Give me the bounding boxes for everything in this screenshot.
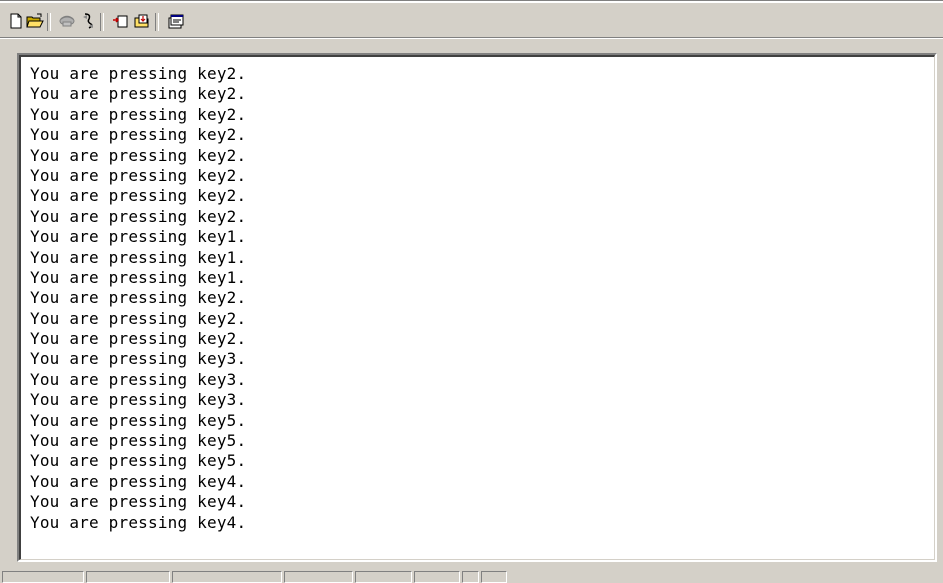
terminal-line: You are pressing key5. [30, 431, 247, 451]
toolbar-separator [155, 13, 159, 31]
terminal-line: You are pressing key2. [30, 125, 247, 145]
receive-icon[interactable] [131, 11, 153, 31]
status-cell [462, 571, 479, 583]
terminal-line: You are pressing key2. [30, 206, 247, 226]
window-top-edge [0, 0, 943, 3]
send-icon[interactable] [110, 11, 132, 31]
status-cell [481, 571, 507, 583]
terminal-line: You are pressing key2. [30, 288, 247, 308]
open-folder-icon[interactable] [24, 11, 46, 31]
terminal-line: You are pressing key3. [30, 390, 247, 410]
terminal-line: You are pressing key2. [30, 186, 247, 206]
terminal-line: You are pressing key1. [30, 267, 247, 287]
status-cell [414, 571, 460, 583]
terminal-line: You are pressing key2. [30, 165, 247, 185]
terminal-line: You are pressing key3. [30, 349, 247, 369]
terminal-line: You are pressing key2. [30, 145, 247, 165]
terminal-line: You are pressing key5. [30, 451, 247, 471]
terminal-output: You are pressing key2. You are pressing k… [30, 64, 246, 533]
terminal-line: You are pressing key4. [30, 492, 247, 512]
toolbar-separator [47, 13, 51, 31]
terminal-line: You are pressing key2. [30, 329, 247, 349]
status-cell [355, 571, 412, 583]
terminal-line: You are pressing key2. [30, 308, 247, 328]
terminal-line: You are pressing key5. [30, 410, 247, 430]
status-cell [2, 571, 84, 583]
terminal-line: You are pressing key1. [30, 247, 247, 267]
connect-phone-icon[interactable] [56, 11, 78, 31]
properties-icon[interactable] [165, 11, 187, 31]
terminal-line: You are pressing key1. [30, 227, 247, 247]
toolbar-separator [100, 13, 104, 31]
terminal-line: You are pressing key2. [30, 84, 247, 104]
terminal-frame: You are pressing key2. You are pressing k… [17, 53, 937, 562]
status-bar [0, 569, 943, 583]
terminal-line: You are pressing key2. [30, 64, 247, 83]
toolbar [0, 4, 943, 34]
terminal-line: You are pressing key4. [30, 471, 247, 491]
terminal-line: You are pressing key4. [30, 512, 247, 532]
disconnect-icon[interactable] [77, 11, 99, 31]
status-cell [86, 571, 170, 583]
terminal-line: You are pressing key3. [30, 369, 247, 389]
status-cell [172, 571, 282, 583]
terminal-window[interactable]: You are pressing key2. You are pressing k… [19, 55, 935, 560]
status-cell [284, 571, 353, 583]
terminal-line: You are pressing key2. [30, 104, 247, 124]
toolbar-divider [0, 37, 943, 39]
